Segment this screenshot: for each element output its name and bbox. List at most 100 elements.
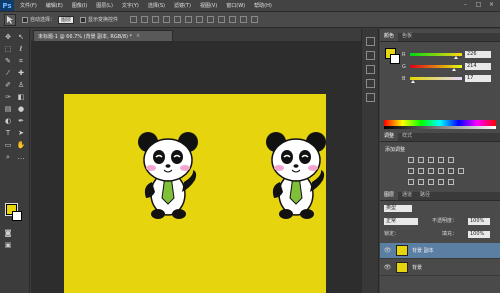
- slider-red-track[interactable]: [410, 53, 462, 59]
- channel-mixer-icon[interactable]: [448, 168, 454, 174]
- tab-swatches[interactable]: 色板: [398, 32, 416, 41]
- document-tab[interactable]: 未标题-1 @ 66.7% (背景 副本, RGB/8) * ×: [33, 30, 173, 41]
- history-panel-icon[interactable]: [366, 37, 375, 46]
- hue-saturation-icon[interactable]: [408, 168, 414, 174]
- shape-tool-icon[interactable]: ▭: [3, 141, 13, 150]
- align-bottom-icon[interactable]: [152, 16, 160, 23]
- distribute-middle-icon[interactable]: [207, 16, 215, 23]
- move-tool-preset-icon[interactable]: [4, 13, 16, 26]
- artboard-tool-icon[interactable]: ↖: [16, 33, 26, 42]
- menu-select[interactable]: 选择(S): [148, 2, 165, 9]
- slider-green-thumb[interactable]: [451, 68, 456, 71]
- selective-color-icon[interactable]: [438, 179, 444, 185]
- slider-red-thumb[interactable]: [454, 56, 459, 59]
- slider-blue-value[interactable]: 17: [465, 75, 491, 82]
- properties-panel-icon[interactable]: [366, 51, 375, 60]
- character-panel-icon[interactable]: [366, 65, 375, 74]
- tab-channels[interactable]: 通道: [398, 191, 416, 200]
- menu-file[interactable]: 文件(F): [20, 2, 37, 9]
- layer-row-background-copy[interactable]: 👁 背景 副本: [380, 243, 500, 259]
- tab-color[interactable]: 颜色: [380, 32, 399, 41]
- photo-filter-icon[interactable]: [438, 168, 444, 174]
- healing-tool-icon[interactable]: ✚: [16, 69, 26, 78]
- gradient-map-icon[interactable]: [448, 179, 454, 185]
- align-middle-icon[interactable]: [141, 16, 149, 23]
- curves-icon[interactable]: [428, 157, 434, 163]
- vibrance-icon[interactable]: [448, 157, 454, 163]
- opacity-field[interactable]: 100%: [468, 218, 490, 225]
- align-right-icon[interactable]: [185, 16, 193, 23]
- invert-icon[interactable]: [408, 179, 414, 185]
- grayscale-ramp[interactable]: [384, 126, 496, 129]
- menu-edit[interactable]: 编辑(E): [46, 2, 63, 9]
- lasso-tool-icon[interactable]: ℓ: [16, 45, 26, 54]
- menu-view[interactable]: 视图(V): [200, 2, 217, 9]
- type-tool-icon[interactable]: T: [3, 129, 13, 138]
- slider-blue-thumb[interactable]: [411, 80, 416, 83]
- auto-select-checkbox[interactable]: [22, 16, 28, 23]
- align-center-icon[interactable]: [174, 16, 182, 23]
- color-lookup-icon[interactable]: [458, 168, 464, 174]
- extra-tools-icon[interactable]: …: [16, 153, 26, 162]
- exposure-icon[interactable]: [438, 157, 444, 163]
- quick-mask-icon[interactable]: ◙: [3, 229, 13, 238]
- threshold-icon[interactable]: [428, 179, 434, 185]
- tab-layers[interactable]: 图层: [380, 191, 399, 200]
- fill-field[interactable]: 100%: [468, 231, 490, 238]
- quick-select-tool-icon[interactable]: ✎: [3, 57, 13, 66]
- distribute-right-icon[interactable]: [251, 16, 259, 23]
- hand-tool-icon[interactable]: ✋: [16, 141, 26, 150]
- posterize-icon[interactable]: [418, 179, 424, 185]
- crop-tool-icon[interactable]: ⌗: [16, 57, 26, 66]
- maximize-button[interactable]: □: [474, 1, 483, 9]
- marquee-tool-icon[interactable]: ⬚: [3, 45, 13, 54]
- brush-panel-icon[interactable]: [366, 93, 375, 102]
- distribute-top-icon[interactable]: [196, 16, 204, 23]
- menu-filter[interactable]: 滤镜(T): [174, 2, 191, 9]
- pen-tool-icon[interactable]: ✒: [16, 117, 26, 126]
- layer-visibility-eye-icon[interactable]: 👁: [383, 247, 392, 254]
- menu-window[interactable]: 窗口(W): [226, 2, 245, 9]
- distribute-bottom-icon[interactable]: [218, 16, 226, 23]
- screen-mode-icon[interactable]: ▣: [3, 241, 13, 250]
- menu-help[interactable]: 帮助(H): [254, 2, 272, 9]
- slider-red[interactable]: R 226: [402, 51, 498, 59]
- history-brush-tool-icon[interactable]: ✑: [3, 93, 13, 102]
- layer-name[interactable]: 背景: [412, 264, 422, 271]
- close-window-button[interactable]: ×: [487, 1, 496, 9]
- slider-blue-track[interactable]: [410, 77, 462, 83]
- layer-visibility-eye-icon[interactable]: 👁: [383, 264, 392, 271]
- tab-adjustments[interactable]: 调整: [380, 132, 399, 141]
- eraser-tool-icon[interactable]: ◧: [16, 93, 26, 102]
- color-panel-background[interactable]: [390, 54, 400, 64]
- stamp-tool-icon[interactable]: ♙: [16, 81, 26, 90]
- path-select-tool-icon[interactable]: ➤: [16, 129, 26, 138]
- gradient-tool-icon[interactable]: ▤: [3, 105, 13, 114]
- menu-layer[interactable]: 图层(L): [96, 2, 113, 9]
- slider-blue[interactable]: B 17: [402, 75, 498, 83]
- slider-green[interactable]: G 214: [402, 63, 498, 71]
- zoom-tool-icon[interactable]: ⌕: [3, 153, 13, 162]
- distribute-center-icon[interactable]: [240, 16, 248, 23]
- background-color-swatch[interactable]: [12, 211, 22, 221]
- menu-image[interactable]: 图像(I): [72, 2, 87, 9]
- layer-name[interactable]: 背景 副本: [412, 247, 434, 254]
- document-canvas[interactable]: [64, 94, 327, 293]
- slider-green-track[interactable]: [410, 65, 462, 71]
- align-left-icon[interactable]: [163, 16, 171, 23]
- blur-tool-icon[interactable]: ●: [16, 105, 26, 114]
- blend-mode-dropdown[interactable]: 正常: [384, 218, 418, 225]
- paragraph-panel-icon[interactable]: [366, 79, 375, 88]
- distribute-left-icon[interactable]: [229, 16, 237, 23]
- close-document-icon[interactable]: ×: [136, 33, 140, 39]
- menu-type[interactable]: 文字(Y): [122, 2, 139, 9]
- slider-red-value[interactable]: 226: [465, 51, 491, 58]
- layer-row-background[interactable]: 👁 背景: [380, 260, 500, 276]
- show-transform-checkbox[interactable]: [80, 16, 87, 23]
- brightness-contrast-icon[interactable]: [408, 157, 414, 163]
- brush-tool-icon[interactable]: ✐: [3, 81, 13, 90]
- levels-icon[interactable]: [418, 157, 424, 163]
- color-balance-icon[interactable]: [418, 168, 424, 174]
- slider-green-value[interactable]: 214: [465, 63, 491, 70]
- eyedropper-tool-icon[interactable]: ⁄: [3, 69, 13, 78]
